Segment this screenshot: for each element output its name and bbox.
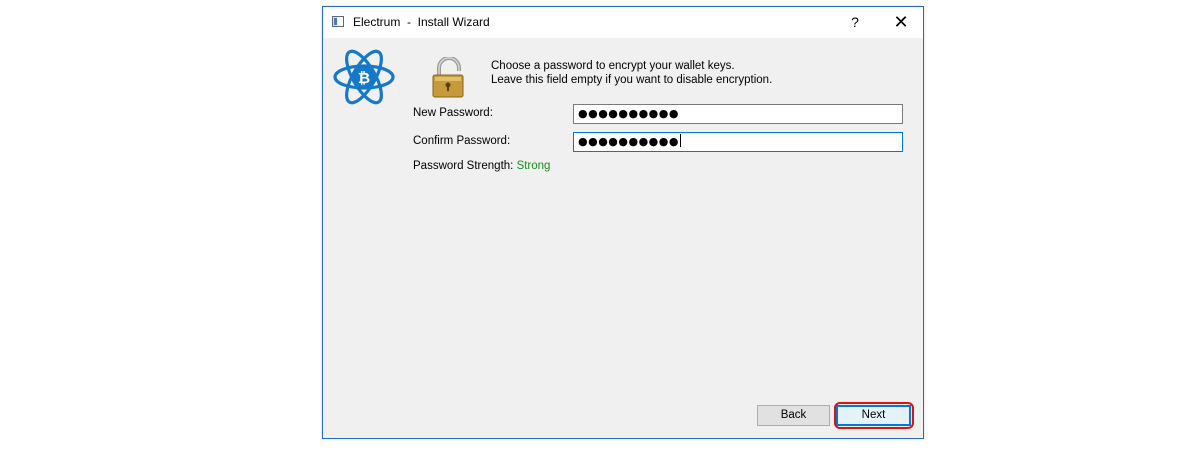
help-button[interactable]: ? <box>835 7 875 38</box>
instruction-line-1: Choose a password to encrypt your wallet… <box>491 60 735 72</box>
close-button[interactable]: ✕ <box>879 7 923 38</box>
confirm-password-field[interactable]: ●●●●●●●●●● <box>573 132 903 152</box>
instructions-text: Choose a password to encrypt your wallet… <box>491 59 772 87</box>
back-button[interactable]: Back <box>757 405 830 426</box>
password-strength: Password Strength: Strong <box>413 160 550 172</box>
password-strength-label: Password Strength: <box>413 160 517 172</box>
title-bar[interactable]: Electrum - Install Wizard ? ✕ <box>323 7 923 38</box>
new-password-field[interactable]: ●●●●●●●●●● <box>573 104 903 124</box>
instruction-line-2: Leave this field empty if you want to di… <box>491 74 773 86</box>
password-strength-value: Strong <box>516 160 551 172</box>
new-password-label: New Password: <box>413 107 493 119</box>
new-password-value: ●●●●●●●●●● <box>578 107 679 120</box>
confirm-password-value: ●●●●●●●●●● <box>578 135 679 148</box>
open-padlock-icon <box>432 57 464 98</box>
confirm-password-label: Confirm Password: <box>413 135 511 147</box>
next-button[interactable]: Next <box>836 405 911 426</box>
text-caret <box>679 134 681 147</box>
electrum-window-icon <box>332 16 344 27</box>
svg-text:₿: ₿ <box>358 69 370 87</box>
install-wizard-window: Electrum - Install Wizard ? ✕ ₿ Choose a… <box>322 6 924 439</box>
window-title: Electrum - Install Wizard <box>353 15 490 29</box>
electrum-logo-icon: ₿ <box>333 49 395 105</box>
